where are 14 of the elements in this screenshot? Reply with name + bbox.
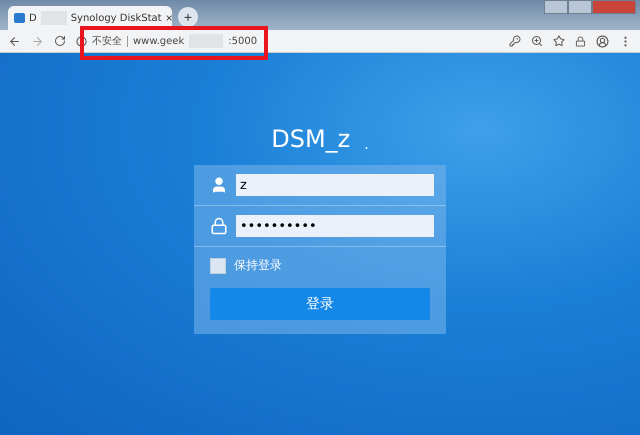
security-label: 不安全: [92, 34, 122, 48]
remember-label: 保持登录: [234, 257, 282, 274]
username-field[interactable]: z: [236, 174, 434, 196]
tab-title: D: [29, 12, 37, 24]
url-text: www.geek: [133, 36, 184, 46]
tab-title: Synology DiskStat: [70, 12, 162, 24]
password-field[interactable]: ••••••••••: [236, 215, 434, 237]
server-name-suffix: .: [364, 137, 369, 153]
url-text: :5000: [228, 36, 258, 46]
new-tab-button[interactable]: +: [178, 7, 198, 27]
login-button[interactable]: 登录: [210, 288, 430, 320]
tab-close-button[interactable]: ×: [166, 11, 173, 25]
server-name: DSM_z: [271, 125, 350, 153]
browser-tab[interactable]: D Synology DiskStat ×: [8, 6, 172, 30]
